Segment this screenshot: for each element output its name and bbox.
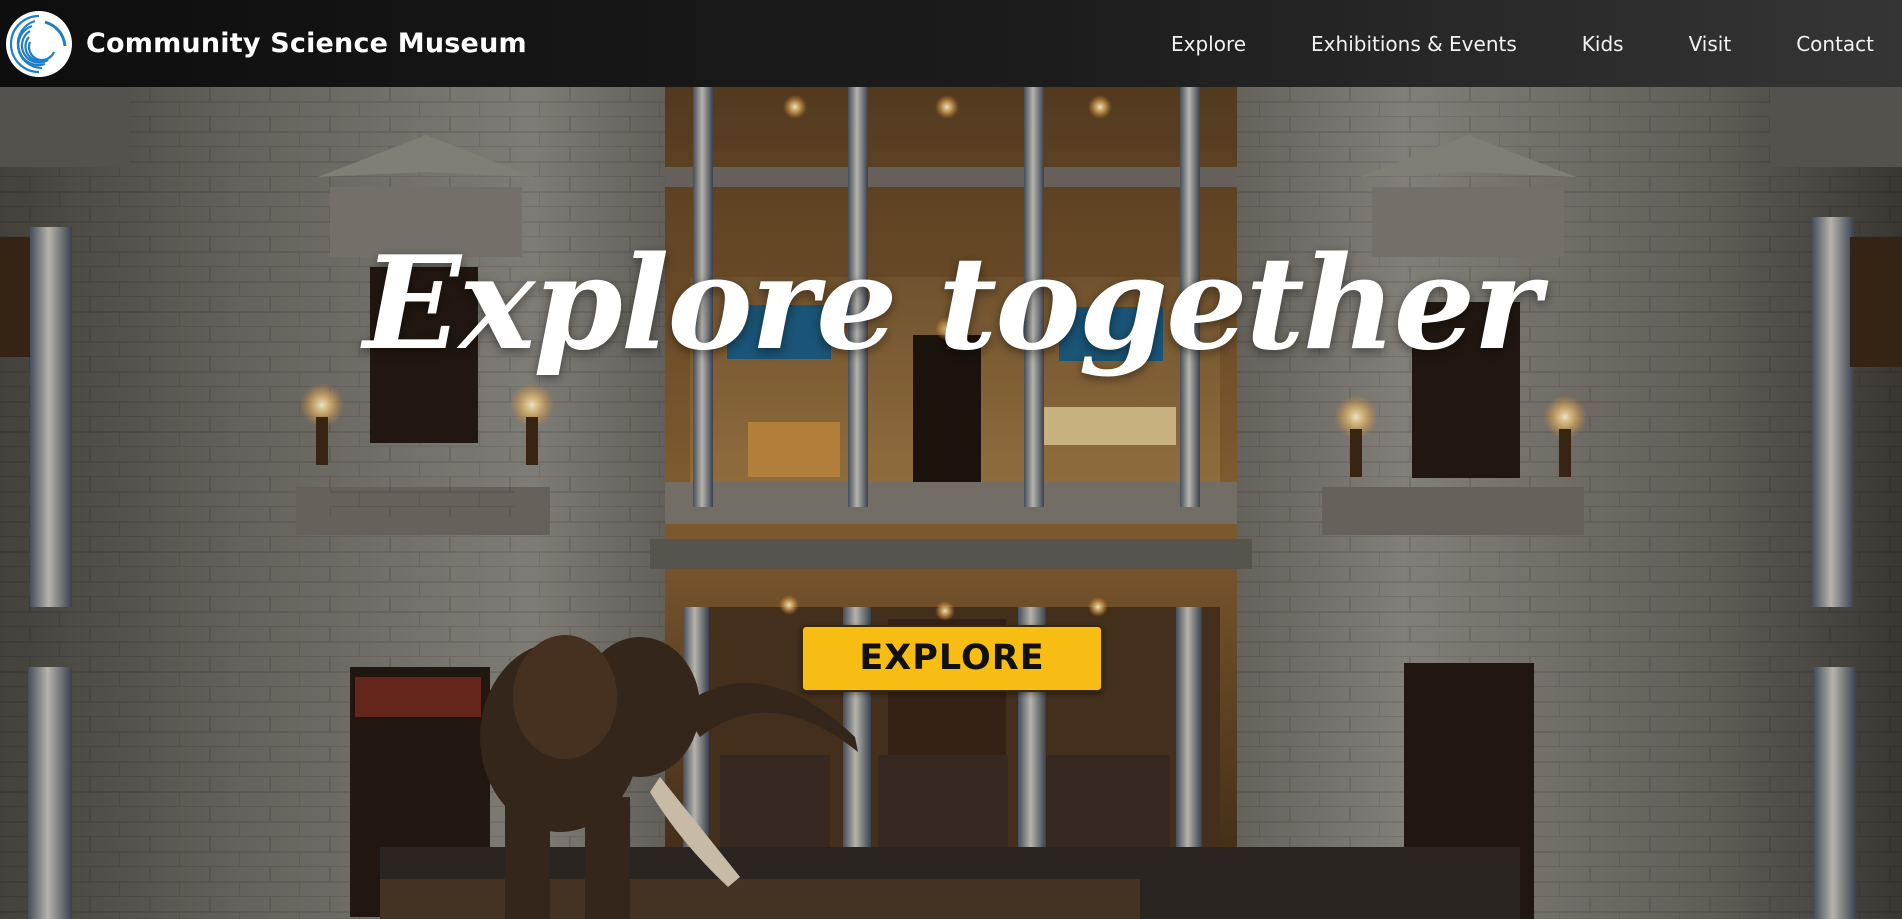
explore-button[interactable]: EXPLORE [801,625,1103,692]
hero-section: Explore together EXPLORE [0,87,1902,919]
site-title: Community Science Museum [86,28,527,59]
nav-contact[interactable]: Contact [1796,32,1874,56]
nav-kids[interactable]: Kids [1582,32,1624,56]
main-nav: Explore Exhibitions & Events Kids Visit … [1171,0,1902,87]
hero-background-image [0,87,1902,919]
nav-exhibitions-events[interactable]: Exhibitions & Events [1311,32,1517,56]
home-link[interactable]: Community Science Museum [0,0,527,87]
site-header: Community Science Museum Explore Exhibit… [0,0,1902,87]
nav-visit[interactable]: Visit [1689,32,1732,56]
nav-explore[interactable]: Explore [1171,32,1246,56]
hero-heading: Explore together [363,229,1540,379]
spiral-logo-icon [6,10,72,77]
